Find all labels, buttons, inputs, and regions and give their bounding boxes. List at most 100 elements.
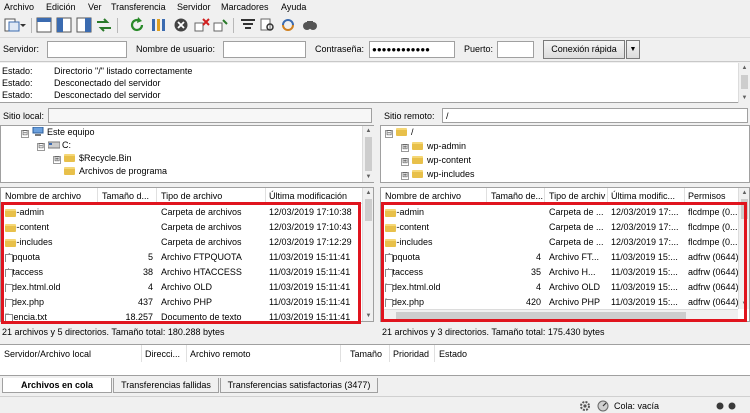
- column-header-direction[interactable]: Direcci...: [145, 349, 180, 359]
- quickconnect-button[interactable]: Conexión rápida: [543, 40, 625, 59]
- tree-node-recycle-bin[interactable]: ⊞ $Recycle.Bin: [53, 153, 132, 166]
- column-divider[interactable]: [389, 345, 390, 362]
- scroll-up-icon[interactable]: ▲: [363, 188, 373, 198]
- expand-icon[interactable]: ⊞: [401, 158, 409, 166]
- table-row[interactable]: wp-admin Carpeta de archivos 12/03/2019 17…: [1, 205, 373, 220]
- tree-node-root[interactable]: ⊟ /: [385, 127, 414, 140]
- tree-node-wp-content[interactable]: ⊞ wp-content: [401, 155, 471, 168]
- site-manager-icon[interactable]: [4, 17, 20, 33]
- collapse-icon[interactable]: ⊟: [37, 143, 45, 151]
- column-divider[interactable]: [265, 188, 266, 204]
- tab-successful-transfers[interactable]: Transferencias satisfactorias (3477): [220, 378, 378, 393]
- cancel-icon[interactable]: [173, 17, 189, 33]
- scroll-thumb[interactable]: [365, 137, 372, 171]
- remote-file-scrollbar[interactable]: ▲ ▼: [738, 188, 749, 309]
- menu-archivo[interactable]: Archivo: [4, 2, 34, 12]
- reconnect-icon[interactable]: [213, 17, 229, 33]
- tree-node-wp-admin[interactable]: ⊞ wp-admin: [401, 141, 466, 154]
- column-header-priority[interactable]: Prioridad: [393, 349, 429, 359]
- column-divider[interactable]: [97, 188, 98, 204]
- username-input[interactable]: [223, 41, 306, 58]
- tab-queued-files[interactable]: Archivos en cola: [2, 378, 112, 393]
- directory-filter-icon[interactable]: [240, 17, 256, 33]
- column-header-size[interactable]: Tamaño: [350, 349, 382, 359]
- chevron-down-icon[interactable]: ▼: [626, 40, 640, 59]
- toggle-remote-tree-icon[interactable]: [76, 17, 92, 33]
- tab-failed-transfers[interactable]: Transferencias fallidas: [113, 378, 219, 393]
- column-header-type[interactable]: Tipo de archivo: [161, 191, 222, 201]
- column-header-remote-file[interactable]: Archivo remoto: [190, 349, 251, 359]
- collapse-icon[interactable]: ⊟: [385, 130, 393, 138]
- scroll-down-icon[interactable]: ▼: [363, 172, 374, 182]
- scroll-thumb[interactable]: [396, 312, 686, 319]
- column-divider[interactable]: [434, 345, 435, 362]
- tree-node-wp-includes[interactable]: ⊞ wp-includes: [401, 169, 475, 182]
- menu-transferencia[interactable]: Transferencia: [111, 2, 166, 12]
- column-divider[interactable]: [186, 345, 187, 362]
- port-input[interactable]: [497, 41, 534, 58]
- table-row[interactable]: index.php 437 Archivo PHP 11/03/2019 15:11:…: [1, 295, 373, 310]
- server-input[interactable]: [47, 41, 127, 58]
- table-row[interactable]: wp-content Carpeta de ... 12/03/2019 17:..…: [381, 220, 749, 235]
- local-file-scrollbar[interactable]: ▲ ▼: [362, 188, 373, 321]
- column-header-status[interactable]: Estado: [439, 349, 467, 359]
- column-divider[interactable]: [141, 345, 142, 362]
- table-row[interactable]: wp-includes Carpeta de ... 12/03/2019 17:.…: [381, 235, 749, 250]
- scroll-thumb[interactable]: [365, 199, 372, 221]
- tree-node-este-equipo[interactable]: ⊟ Este equipo: [21, 126, 95, 140]
- scroll-down-icon[interactable]: ▼: [739, 299, 749, 309]
- column-header-permissions[interactable]: Permisos: [688, 191, 726, 201]
- scroll-down-icon[interactable]: ▼: [739, 93, 750, 103]
- expand-icon[interactable]: ⊞: [401, 144, 409, 152]
- toggle-local-tree-icon[interactable]: [56, 17, 72, 33]
- local-path-input[interactable]: [48, 108, 372, 123]
- tree-node-c-drive[interactable]: ⊟ C:: [37, 140, 71, 153]
- scroll-up-icon[interactable]: ▲: [739, 188, 749, 198]
- refresh-icon[interactable]: [129, 17, 145, 33]
- scroll-thumb[interactable]: [741, 75, 748, 89]
- synchronized-browsing-icon[interactable]: [280, 17, 296, 33]
- column-header-modified[interactable]: Última modific...: [611, 191, 675, 201]
- table-row[interactable]: wp-includes Carpeta de archivos 12/03/2019…: [1, 235, 373, 250]
- expand-icon[interactable]: ⊞: [53, 156, 61, 164]
- local-tree-scrollbar[interactable]: ▲ ▼: [362, 126, 374, 182]
- column-header-size[interactable]: Tamaño d...: [102, 191, 149, 201]
- column-header-name[interactable]: Nombre de archivo: [385, 191, 461, 201]
- log-scrollbar[interactable]: ▲ ▼: [738, 63, 750, 103]
- scroll-up-icon[interactable]: ▲: [363, 126, 374, 136]
- site-manager-dropdown-icon[interactable]: [19, 17, 27, 33]
- column-divider[interactable]: [340, 345, 341, 362]
- column-divider[interactable]: [684, 188, 685, 204]
- column-header-type[interactable]: Tipo de archiv: [549, 191, 605, 201]
- scroll-down-icon[interactable]: ▼: [363, 311, 373, 321]
- menu-ayuda[interactable]: Ayuda: [281, 2, 306, 12]
- compare-directories-icon[interactable]: [260, 17, 276, 33]
- table-row[interactable]: index.php 420 Archivo PHP 11/03/2019 15:...…: [381, 295, 749, 310]
- disconnect-icon[interactable]: [194, 17, 210, 33]
- menu-marcadores[interactable]: Marcadores: [221, 2, 269, 12]
- toggle-queue-icon[interactable]: [96, 17, 112, 33]
- table-row[interactable]: wp-content Carpeta de archivos 12/03/2019 …: [1, 220, 373, 235]
- column-header-modified[interactable]: Última modificación: [269, 191, 347, 201]
- speed-limit-icon[interactable]: [597, 400, 609, 412]
- table-row[interactable]: wp-admin Carpeta de ... 12/03/2019 17:... f…: [381, 205, 749, 220]
- column-header-name[interactable]: Nombre de archivo: [5, 191, 81, 201]
- expand-icon[interactable]: ⊞: [401, 172, 409, 180]
- menu-servidor[interactable]: Servidor: [177, 2, 211, 12]
- table-row[interactable]: index.html.old 4 Archivo OLD 11/03/2019 15:…: [381, 280, 749, 295]
- toggle-log-icon[interactable]: [36, 17, 52, 33]
- column-header-local-file[interactable]: Servidor/Archivo local: [4, 349, 91, 359]
- password-input[interactable]: ●●●●●●●●●●●●: [369, 41, 455, 58]
- menu-ver[interactable]: Ver: [88, 2, 102, 12]
- tree-node-archivos-de-programa[interactable]: Archivos de programa: [64, 166, 167, 179]
- column-divider[interactable]: [544, 188, 545, 204]
- scroll-up-icon[interactable]: ▲: [739, 63, 750, 73]
- column-header-size[interactable]: Tamaño de...: [491, 191, 543, 201]
- table-row[interactable]: .ftpquota 5 Archivo FTPQUOTA 11/03/2019 15:…: [1, 250, 373, 265]
- table-row[interactable]: .htaccess 38 Archivo HTACCESS 11/03/2019 15…: [1, 265, 373, 280]
- scroll-thumb[interactable]: [741, 199, 748, 219]
- column-divider[interactable]: [607, 188, 608, 204]
- menu-edicion[interactable]: Edición: [46, 2, 76, 12]
- column-divider[interactable]: [486, 188, 487, 204]
- remote-horizontal-scrollbar[interactable]: [381, 309, 738, 320]
